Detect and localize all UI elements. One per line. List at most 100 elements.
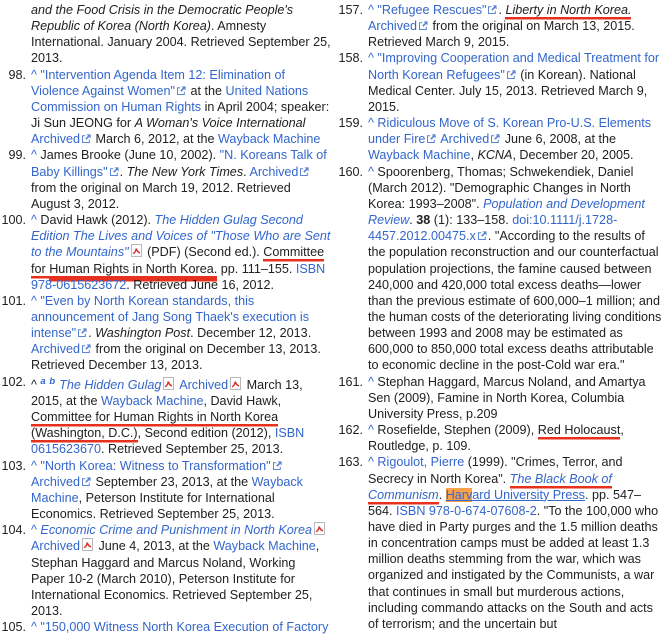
reference-text: Stephan Haggard, Marcus Noland, and Amar… <box>368 374 646 421</box>
reference-link[interactable]: Archived <box>440 132 489 146</box>
reference-text: at the <box>187 83 226 98</box>
external-link-icon[interactable] <box>426 131 437 147</box>
pdf-icon[interactable] <box>163 376 175 393</box>
external-link-icon[interactable] <box>81 131 91 147</box>
reference-content: ^ "Intervention Agenda Item 12: Eliminat… <box>31 67 331 148</box>
reference-link[interactable]: The Hidden Gulag <box>59 378 161 392</box>
reference-item: 158. ^ "Improving Cooperation and Medical… <box>334 50 664 115</box>
reference-text: pp. 111–155. <box>217 261 296 276</box>
reference-link[interactable]: Wayback Machine <box>368 148 470 162</box>
external-link-icon[interactable] <box>77 325 87 341</box>
reference-text: , David Hawk, <box>203 393 282 408</box>
reference-link[interactable]: "150,000 Witness North Korea Execution o… <box>40 620 328 634</box>
reference-item: 98. ^ "Intervention Agenda Item 12: Elimi… <box>0 67 331 148</box>
reference-item: 100. ^ David Hawk (2012). The Hidden Gula… <box>0 212 331 293</box>
reference-text: A Woman's Voice International <box>134 116 306 131</box>
external-link-icon[interactable] <box>299 164 310 180</box>
reference-text: March 6, 2012, at the <box>92 132 219 147</box>
external-link-icon[interactable] <box>109 164 119 180</box>
reference-content: ^ a b The Hidden Gulag Archived March 13… <box>31 374 331 458</box>
external-link-icon[interactable] <box>81 341 91 357</box>
external-link-icon[interactable] <box>176 83 186 99</box>
reference-number: 101. <box>1 293 26 308</box>
reference-link[interactable]: Economic Crime and Punishment in North K… <box>40 523 312 537</box>
reference-item: 160. ^ Spoorenberg, Thomas; Schwekendiek,… <box>334 164 664 374</box>
reference-number: 104. <box>1 523 26 538</box>
reference-text: The New York Times <box>126 164 244 179</box>
pdf-icon[interactable] <box>82 538 93 554</box>
reference-content: and the Food Crisis in the Democratic Pe… <box>31 2 331 67</box>
reference-number: 103. <box>1 458 26 473</box>
external-link-icon[interactable] <box>487 2 498 18</box>
reference-content: ^ "Refugee Rescues". Liberty in North Ko… <box>368 2 664 50</box>
external-link-icon[interactable] <box>506 67 516 83</box>
reference-link[interactable]: ISBN 978-0-674-07608-2 <box>396 504 537 518</box>
reference-number: 102. <box>1 374 26 389</box>
reference-text: . <box>119 164 127 179</box>
reference-link[interactable]: Wayback Machine <box>101 394 203 408</box>
pdf-icon[interactable] <box>130 244 142 260</box>
reference-content: ^ Spoorenberg, Thomas; Schwekendiek, Dan… <box>368 164 664 374</box>
reference-item: 99. ^ James Brooke (June 10, 2002). "N. K… <box>0 147 331 212</box>
reference-number: 98. <box>8 67 26 82</box>
external-link-icon[interactable] <box>477 228 487 244</box>
reference-link[interactable]: Archived <box>31 475 80 489</box>
reference-link[interactable]: "North Korea: Witness to Transformation" <box>40 459 270 473</box>
reference-text: David Hawk (2012). <box>36 213 155 228</box>
reference-text: (PDF) (Second ed.). <box>143 245 264 260</box>
reference-text: , Second edition (2012), <box>137 426 275 441</box>
reference-item: 102. ^ a b The Hidden Gulag Archived Marc… <box>0 374 331 458</box>
reference-text: . <box>438 487 446 502</box>
reference-link[interactable]: Archived <box>249 165 298 179</box>
external-link-icon[interactable] <box>81 474 91 490</box>
reference-link[interactable]: ard University Press <box>472 488 585 502</box>
reference-content: ^ "150,000 Witness North Korea Execution… <box>31 619 331 635</box>
reference-text: September 23, 2013, at the <box>92 474 252 489</box>
reference-number: 105. <box>1 620 26 635</box>
reference-content: ^ "North Korea: Witness to Transformatio… <box>31 458 331 523</box>
pdf-icon[interactable] <box>314 522 326 538</box>
reference-link[interactable]: Archived <box>31 539 80 553</box>
reference-link[interactable]: Harv <box>445 487 473 502</box>
reference-link[interactable]: "Refugee Rescues" <box>377 3 486 17</box>
reference-text: Red Holocaust <box>537 423 621 438</box>
reference-link[interactable]: Wayback Machine <box>218 132 320 146</box>
reference-link[interactable]: Wayback Machine <box>213 539 315 553</box>
reference-link[interactable]: Archived <box>31 342 80 356</box>
reference-text: . December 12, 2013. <box>190 326 312 341</box>
reference-number: 157. <box>338 3 363 17</box>
references-list: and the Food Crisis in the Democratic Pe… <box>0 0 664 635</box>
reference-item: 105. ^ "150,000 Witness North Korea Execu… <box>0 619 331 635</box>
reference-item: 104. ^ Economic Crime and Punishment in N… <box>0 522 331 619</box>
reference-text: 38 <box>416 213 431 228</box>
reference-content: ^ James Brooke (June 10, 2002). "N. Kore… <box>31 147 331 212</box>
reference-content: ^ Stephan Haggard, Marcus Noland, and Am… <box>368 374 664 422</box>
reference-content: ^ Rigoulot, Pierre (1999). "Crimes, Terr… <box>368 454 664 632</box>
reference-text: KCNA <box>477 148 513 163</box>
reference-text: June 6, 2008, at the <box>501 132 617 147</box>
external-link-icon[interactable] <box>418 18 428 34</box>
reference-item: 101. ^ "Even by North Korean standards, t… <box>0 293 331 374</box>
reference-content: ^ Ridiculous Move of S. Korean Pro-U.S. … <box>368 115 664 163</box>
reference-link[interactable]: Archived <box>31 132 80 146</box>
reference-link[interactable]: a b <box>40 376 55 387</box>
external-link-icon[interactable] <box>272 458 282 474</box>
reference-content: ^ Rosefielde, Stephen (2009), Red Holoca… <box>368 422 664 454</box>
reference-text: . "To the 100,000 who have died in Party… <box>368 503 659 631</box>
reference-text: Washington Post <box>95 326 191 341</box>
reference-link[interactable]: Archived <box>179 378 228 392</box>
reference-link[interactable]: Rigoulot, Pierre <box>377 455 464 469</box>
pdf-icon[interactable] <box>230 376 242 393</box>
reference-number: 163. <box>338 455 363 470</box>
reference-text: Liberty in North Korea. <box>505 3 632 17</box>
reference-number: 162. <box>338 423 363 438</box>
reference-text: (1): 133–158. <box>430 213 513 228</box>
reference-text: Human Rights in North Korea. <box>49 261 218 276</box>
reference-number: 99. <box>8 148 26 163</box>
external-link-icon[interactable] <box>490 131 500 147</box>
reference-number: 160. <box>338 164 363 179</box>
reference-text: from the original on March 19, 2012. Ret… <box>31 180 291 211</box>
reference-text: June 4, 2013, at the <box>95 539 214 554</box>
reference-number: 159. <box>338 116 363 131</box>
reference-link[interactable]: Archived <box>368 19 417 33</box>
